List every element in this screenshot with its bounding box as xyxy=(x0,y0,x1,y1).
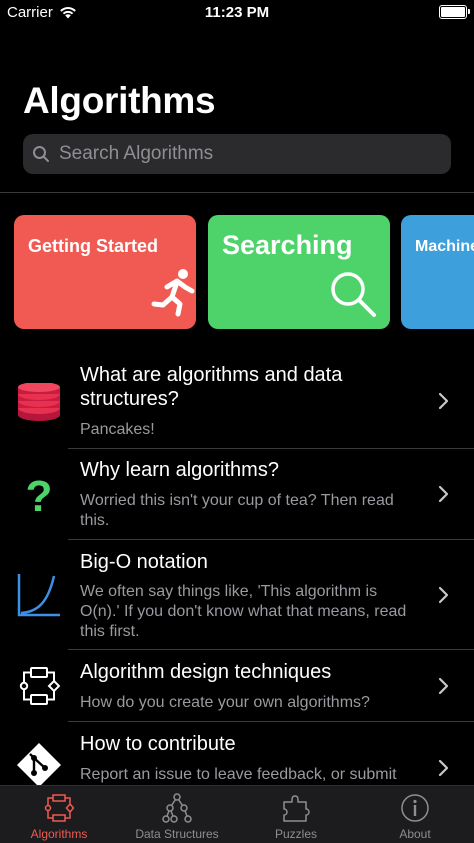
tab-algorithms[interactable]: Algorithms xyxy=(0,786,118,843)
category-label: Getting Started xyxy=(28,236,159,256)
tab-label: Puzzles xyxy=(274,827,318,841)
list-item-title: Big-O notation xyxy=(80,551,208,573)
tab-label: Algorithms xyxy=(30,827,88,841)
tab-puzzles[interactable]: Puzzles xyxy=(237,786,355,843)
search-bar[interactable] xyxy=(23,134,451,174)
list-item-title: How to contribute xyxy=(80,733,236,755)
running-person-icon xyxy=(151,269,195,317)
flowchart-icon xyxy=(19,667,60,705)
category-label: Machine xyxy=(415,238,474,255)
pancakes-icon xyxy=(18,383,60,421)
category-carousel[interactable]: Getting Started Searching Machine xyxy=(0,215,474,329)
info-icon xyxy=(401,794,429,822)
tree-icon xyxy=(162,793,192,823)
header-divider xyxy=(0,192,474,193)
puzzle-piece-icon xyxy=(283,795,310,822)
svg-text:?: ? xyxy=(26,472,53,517)
list-item[interactable]: Big-O notation We often say things like,… xyxy=(0,540,474,650)
list-item[interactable]: How to contribute Report an issue to lea… xyxy=(0,722,474,785)
tab-data-structures[interactable]: Data Structures xyxy=(118,786,236,843)
tab-label: Data Structures xyxy=(135,827,219,841)
tab-bar: Algorithms Data Structures Puzzles About xyxy=(0,785,474,843)
chevron-right-icon xyxy=(438,485,449,503)
list-item[interactable]: What are algorithms and data structures?… xyxy=(0,350,474,449)
list-item-subtitle: Pancakes! xyxy=(80,421,155,438)
category-card-machine[interactable]: Machine xyxy=(401,215,474,329)
list-item-subtitle: How do you create your own algorithms? xyxy=(80,694,370,711)
list-item-title: Why learn algorithms? xyxy=(80,459,279,481)
category-label: Searching xyxy=(222,230,353,260)
status-bar: Carrier 11:23 PM xyxy=(0,0,474,26)
list-item-subtitle: We often say things like, 'This algorith… xyxy=(80,583,407,640)
chevron-right-icon xyxy=(438,677,449,695)
tab-about[interactable]: About xyxy=(356,786,474,843)
list-item-title: Algorithm design techniques xyxy=(80,661,332,683)
git-icon xyxy=(17,743,61,785)
list-item-title: What are algorithms and data structures? xyxy=(80,364,343,410)
list-item[interactable]: Algorithm design techniques How do you c… xyxy=(0,650,474,722)
tab-label: About xyxy=(399,827,431,841)
list-item[interactable]: ? Why learn algorithms? Worried this isn… xyxy=(0,449,474,540)
magnifier-icon xyxy=(331,272,376,317)
search-input[interactable] xyxy=(57,142,441,166)
list-item-subtitle: Report an issue to leave feedback, or su… xyxy=(80,766,397,783)
page-title: Algorithms xyxy=(23,80,216,121)
search-icon xyxy=(33,146,49,162)
category-card-searching[interactable]: Searching xyxy=(208,215,390,329)
chevron-right-icon xyxy=(438,586,449,604)
clock: 11:23 PM xyxy=(204,4,270,21)
list-item-subtitle: Worried this isn't your cup of tea? Then… xyxy=(80,492,394,529)
battery-icon xyxy=(439,5,470,19)
algorithms-tab-icon xyxy=(44,794,74,822)
category-card-getting-started[interactable]: Getting Started xyxy=(14,215,196,329)
chevron-right-icon xyxy=(438,759,449,777)
question-mark-icon: ? xyxy=(26,472,53,517)
growth-curve-icon xyxy=(17,574,60,617)
chevron-right-icon xyxy=(438,392,449,410)
